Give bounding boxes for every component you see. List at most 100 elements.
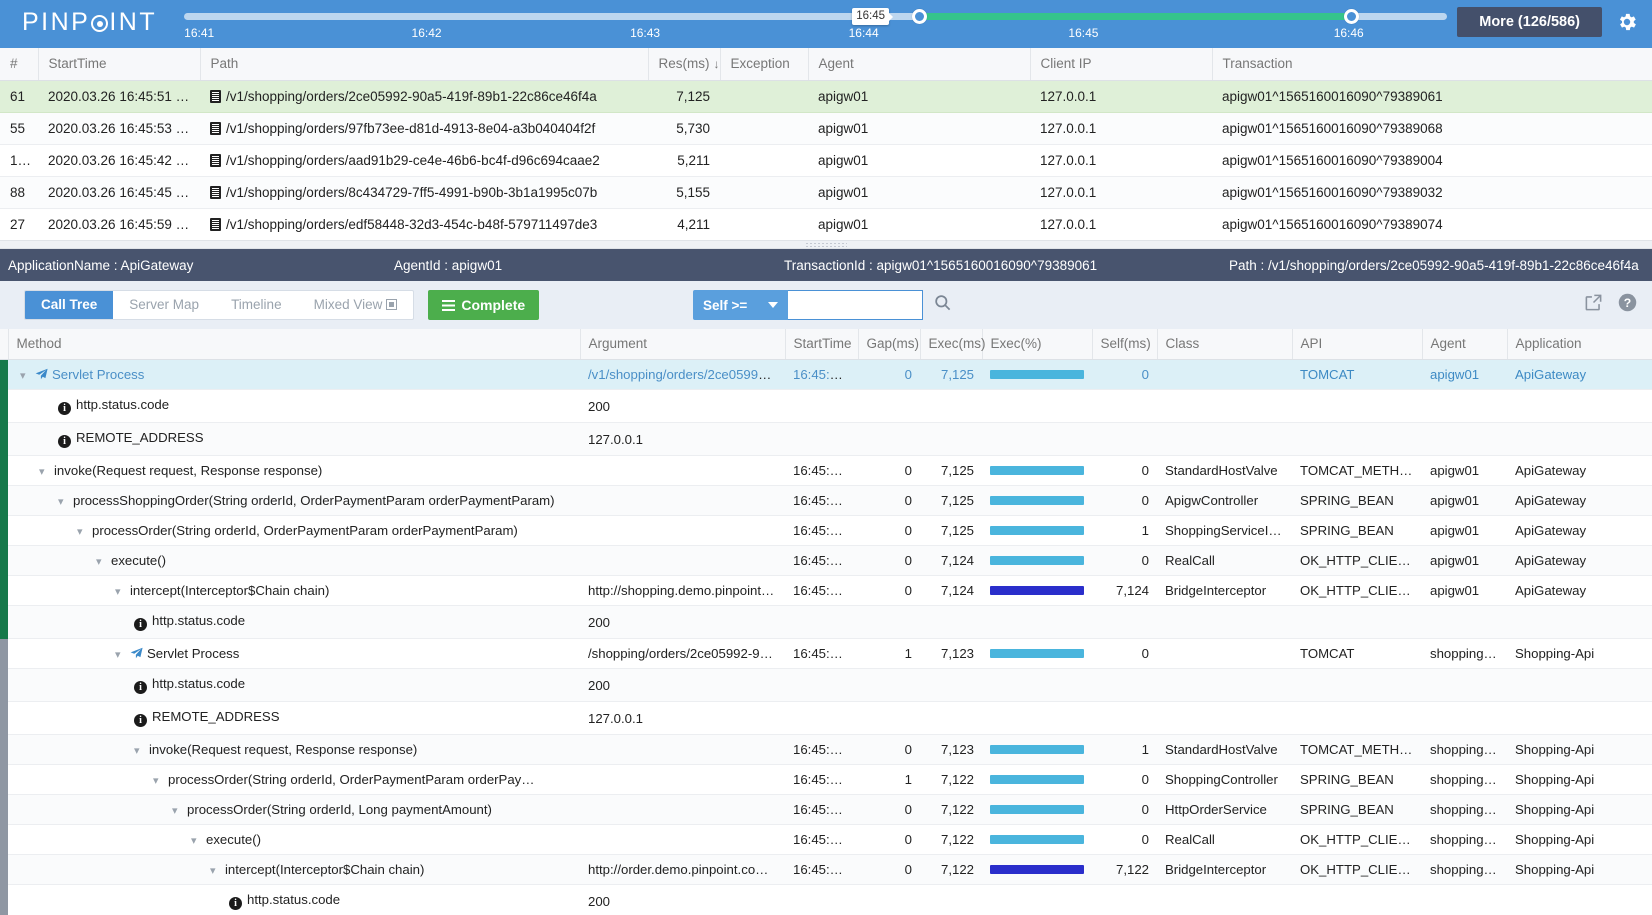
chevron-down-icon[interactable]: ▾ (96, 555, 106, 568)
col-exception[interactable]: Exception (720, 48, 808, 81)
calltree-panel[interactable]: Method Argument StartTime Gap(ms) Exec(m… (0, 329, 1652, 915)
calltree-cell-argument (580, 546, 785, 576)
chevron-down-icon[interactable]: ▾ (115, 585, 125, 598)
slider-handle-left[interactable] (912, 9, 927, 24)
calltree-cell-method: iREMOTE_ADDRESS (8, 423, 580, 456)
tab-server-map[interactable]: Server Map (113, 291, 215, 319)
col-agent[interactable]: Agent (808, 48, 1030, 81)
transaction-row[interactable]: 272020.03.26 16:45:59 111/v1/shopping/or… (0, 209, 1652, 241)
calltree-row[interactable]: ihttp.status.code200 (0, 606, 1652, 639)
info-icon: i (134, 714, 147, 727)
transaction-cell-index: 88 (0, 177, 38, 209)
filter-select[interactable]: Self >= (693, 290, 788, 320)
chevron-down-icon[interactable]: ▾ (210, 864, 220, 877)
chevron-down-icon[interactable]: ▾ (58, 495, 68, 508)
calltree-row[interactable]: ▾Servlet Process/v1/shopping/orders/2ce0… (0, 360, 1652, 390)
search-input[interactable] (788, 290, 923, 320)
col-method[interactable]: Method (8, 329, 580, 360)
col-exec-pct[interactable]: Exec(%) (982, 329, 1092, 360)
col-api[interactable]: API (1292, 329, 1422, 360)
calltree-row[interactable]: ihttp.status.code200 (0, 669, 1652, 702)
calltree-row[interactable]: ihttp.status.code200 (0, 885, 1652, 915)
slider-selected-range[interactable] (923, 13, 1354, 20)
col-res-ms[interactable]: Res(ms)↓ (648, 48, 720, 81)
search-icon[interactable] (933, 293, 952, 317)
calltree-row[interactable]: ▾invoke(Request request, Response respon… (0, 735, 1652, 765)
transaction-cell-index: 55 (0, 113, 38, 145)
chevron-down-icon[interactable]: ▾ (39, 465, 49, 478)
col-self-ms[interactable]: Self(ms) (1092, 329, 1157, 360)
gear-icon[interactable] (1614, 9, 1640, 35)
calltree-cell-agent: apigw01 (1422, 360, 1507, 390)
transaction-cell-exception (720, 113, 808, 145)
chevron-down-icon[interactable]: ▾ (77, 525, 87, 538)
tab-call-tree[interactable]: Call Tree (25, 291, 113, 319)
col-index[interactable]: # (0, 48, 38, 81)
calltree-app-marker (0, 825, 8, 855)
col-path[interactable]: Path (200, 48, 648, 81)
col-ct-starttime[interactable]: StartTime (785, 329, 858, 360)
exec-percent-bar (990, 649, 1084, 658)
calltree-cell-application (1507, 702, 1652, 735)
col-client-ip[interactable]: Client IP (1030, 48, 1212, 81)
calltree-cell-argument (580, 735, 785, 765)
col-ct-agent[interactable]: Agent (1422, 329, 1507, 360)
calltree-cell-api: OK_HTTP_CLIENT (1292, 825, 1422, 855)
complete-button[interactable]: Complete (428, 290, 539, 320)
calltree-cell-api (1292, 390, 1422, 423)
chevron-down-icon[interactable]: ▾ (191, 834, 201, 847)
chevron-down-icon[interactable]: ▾ (20, 369, 30, 382)
calltree-row[interactable]: iREMOTE_ADDRESS127.0.0.1 (0, 423, 1652, 456)
calltree-row[interactable]: ▾execute()16:45:51 57307,1220RealCallOK_… (0, 825, 1652, 855)
more-button[interactable]: More (126/586) (1457, 7, 1602, 37)
calltree-cell-gap: 0 (858, 516, 920, 546)
search-group: Self >= (693, 290, 952, 320)
transaction-row[interactable]: 612020.03.26 16:45:51 571/v1/shopping/or… (0, 81, 1652, 113)
transaction-row[interactable]: 552020.03.26 16:45:53 949/v1/shopping/or… (0, 113, 1652, 145)
col-exec-ms[interactable]: Exec(ms) (920, 329, 982, 360)
calltree-cell-api: OK_HTTP_CLIENT (1292, 546, 1422, 576)
calltree-cell-starttime: 16:45:51 571 (785, 456, 858, 486)
chevron-down-icon[interactable]: ▾ (172, 804, 182, 817)
col-gap-ms[interactable]: Gap(ms) (858, 329, 920, 360)
help-icon[interactable]: ? (1617, 292, 1638, 318)
calltree-row[interactable]: ▾processOrder(String orderId, OrderPayme… (0, 765, 1652, 795)
panel-resize-handle[interactable] (0, 240, 1652, 249)
calltree-cell-exec-pct (982, 456, 1092, 486)
calltree-cell-class: StandardHostValve (1157, 456, 1292, 486)
slider-handle-right[interactable] (1344, 9, 1359, 24)
chevron-down-icon[interactable]: ▾ (153, 774, 163, 787)
calltree-row[interactable]: ▾intercept(Interceptor$Chain chain)http:… (0, 576, 1652, 606)
chevron-down-icon[interactable]: ▾ (115, 648, 125, 661)
time-range-slider[interactable]: 16:45 16:41 16:42 16:43 16:44 16:45 16:4… (184, 0, 1447, 48)
transaction-row[interactable]: 1042020.03.26 16:45:42 733/v1/shopping/o… (0, 145, 1652, 177)
chevron-down-icon[interactable]: ▾ (134, 744, 144, 757)
calltree-row[interactable]: ▾execute()16:45:51 57107,1240RealCallOK_… (0, 546, 1652, 576)
calltree-row[interactable]: ▾processOrder(String orderId, OrderPayme… (0, 516, 1652, 546)
transaction-list[interactable]: # StartTime Path Res(ms)↓ Exception Agen… (0, 48, 1652, 240)
calltree-app-marker (0, 735, 8, 765)
calltree-cell-agent: apigw01 (1422, 546, 1507, 576)
tab-timeline[interactable]: Timeline (215, 291, 298, 319)
tab-mixed-view[interactable]: Mixed View (298, 291, 414, 319)
col-application[interactable]: Application (1507, 329, 1652, 360)
calltree-cell-application: ApiGateway (1507, 456, 1652, 486)
info-icon: i (58, 435, 71, 448)
calltree-row[interactable]: ▾Servlet Process/shopping/orders/2ce0599… (0, 639, 1652, 669)
col-transaction[interactable]: Transaction (1212, 48, 1652, 81)
calltree-row[interactable]: iREMOTE_ADDRESS127.0.0.1 (0, 702, 1652, 735)
calltree-row[interactable]: ▾processOrder(String orderId, Long payme… (0, 795, 1652, 825)
transaction-row[interactable]: 882020.03.26 16:45:45 350/v1/shopping/or… (0, 177, 1652, 209)
popout-icon[interactable] (1584, 293, 1603, 317)
calltree-row[interactable]: ▾processShoppingOrder(String orderId, Or… (0, 486, 1652, 516)
calltree-cell-exec-pct (982, 516, 1092, 546)
col-argument[interactable]: Argument (580, 329, 785, 360)
calltree-row[interactable]: ▾intercept(Interceptor$Chain chain)http:… (0, 855, 1652, 885)
calltree-cell-argument (580, 486, 785, 516)
calltree-row[interactable]: ihttp.status.code200 (0, 390, 1652, 423)
calltree-row[interactable]: ▾invoke(Request request, Response respon… (0, 456, 1652, 486)
transaction-cell-ip: 127.0.0.1 (1030, 209, 1212, 241)
col-starttime[interactable]: StartTime (38, 48, 200, 81)
calltree-app-marker (0, 456, 8, 486)
col-class[interactable]: Class (1157, 329, 1292, 360)
